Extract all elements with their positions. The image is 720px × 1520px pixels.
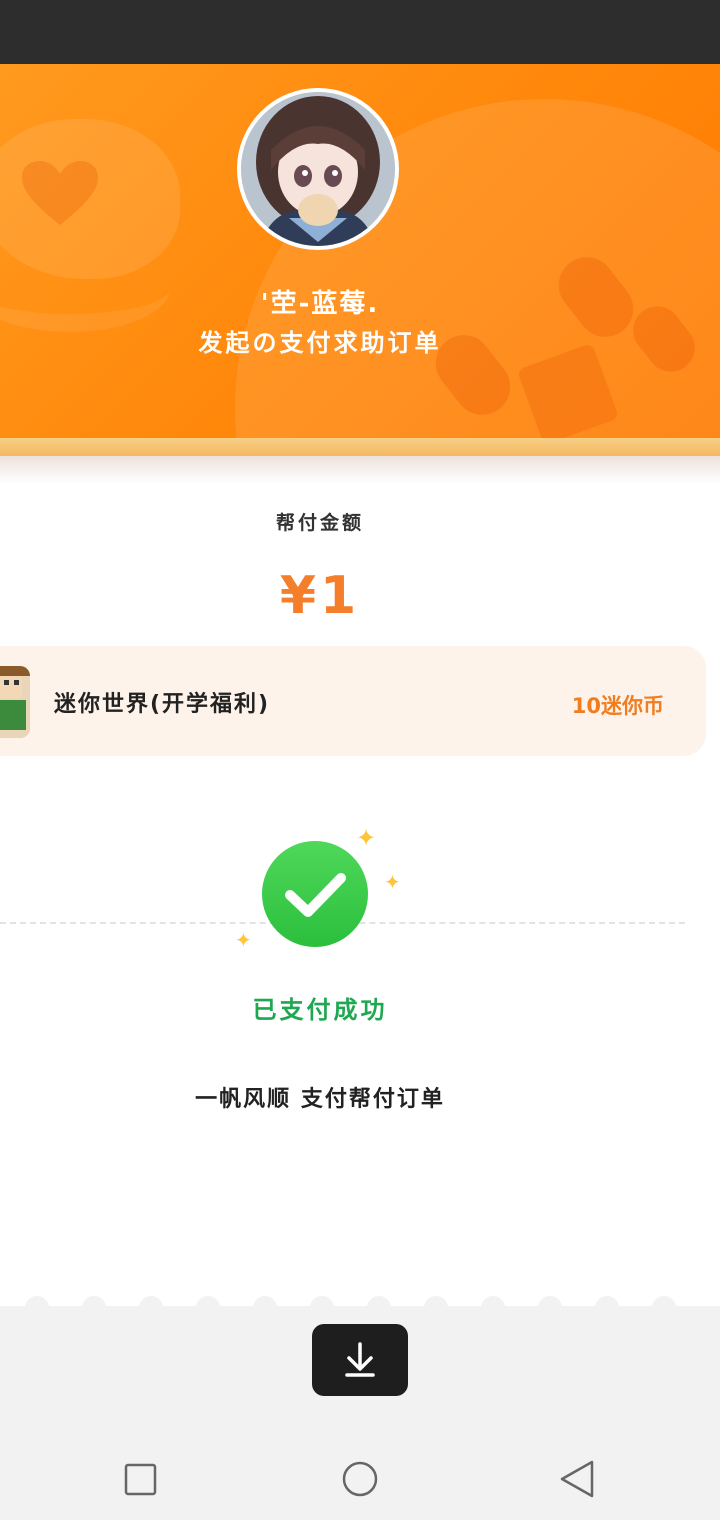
amount-value: ¥1 <box>279 566 361 626</box>
product-thumbnail <box>0 666 30 738</box>
sparkle-icon: ✦ <box>235 928 252 952</box>
circle-icon <box>342 1461 378 1497</box>
checkmark-icon <box>262 841 368 947</box>
avatar[interactable] <box>237 88 399 250</box>
user-name: '茔-蓝莓. <box>260 289 380 319</box>
download-icon <box>345 1342 375 1377</box>
sparkle-icon: ✦ <box>384 870 401 894</box>
triangle-back-icon <box>560 1460 594 1498</box>
download-button[interactable] <box>312 1324 408 1396</box>
avatar-image <box>241 92 395 246</box>
recent-apps-button[interactable] <box>116 1456 164 1504</box>
status-bar <box>0 0 720 64</box>
back-button[interactable] <box>554 1456 602 1504</box>
product-price: 10迷你币 <box>571 694 664 718</box>
footer-text: 一帆风顺 支付帮付订单 <box>195 1087 445 1112</box>
order-caption: 发起の支付求助订单 <box>198 329 442 357</box>
gold-band <box>0 438 720 456</box>
home-button[interactable] <box>336 1456 384 1504</box>
square-icon <box>124 1463 157 1496</box>
band-shadow <box>0 456 720 484</box>
sparkle-icon: ✦ <box>356 824 377 852</box>
success-text: 已支付成功 <box>252 996 388 1024</box>
product-name: 迷你世界(开学福利) <box>54 692 271 717</box>
heart-icon <box>22 161 98 225</box>
amount-label: 帮付金额 <box>275 512 364 534</box>
